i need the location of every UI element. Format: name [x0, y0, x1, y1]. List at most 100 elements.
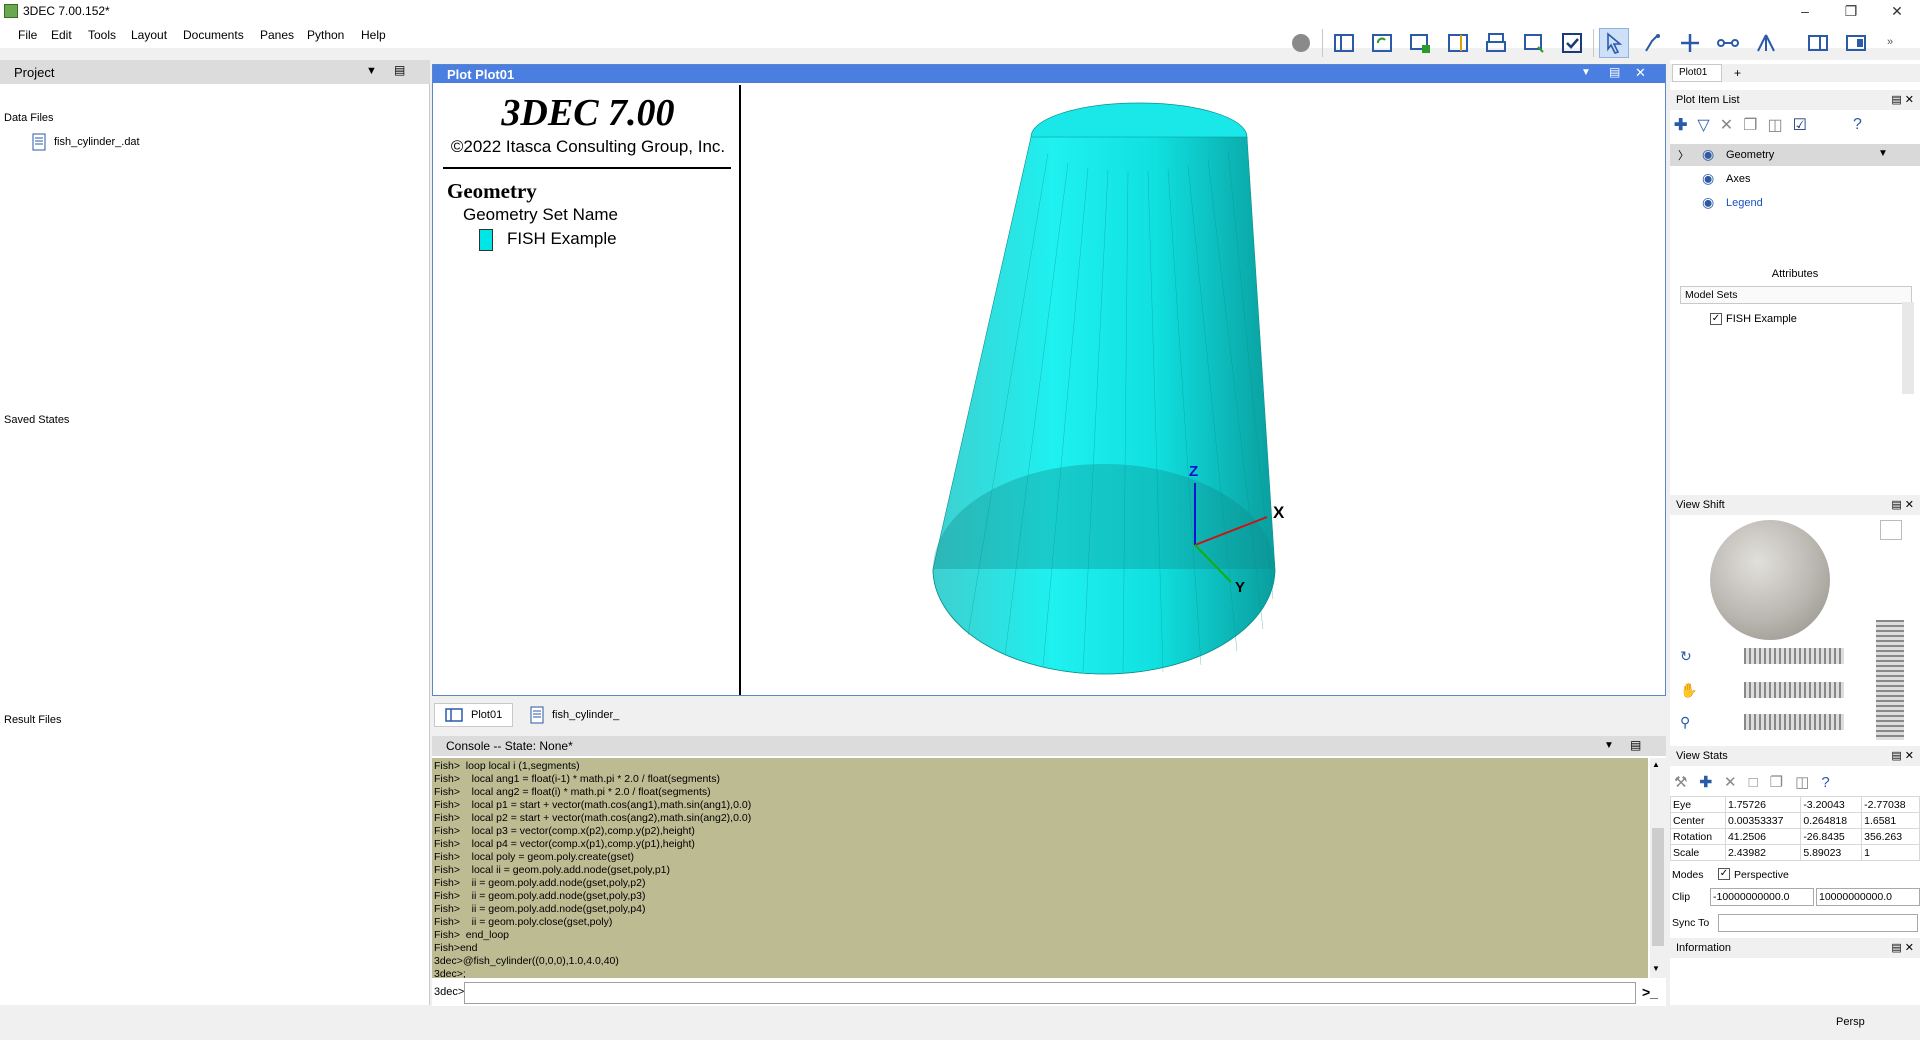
- menu-file[interactable]: File: [18, 28, 37, 42]
- paste-icon[interactable]: ◫: [1795, 773, 1809, 791]
- dock-icon[interactable]: [1841, 28, 1871, 58]
- measure-icon[interactable]: [1713, 28, 1743, 58]
- plot-item-legend[interactable]: ◉ Legend: [1670, 192, 1920, 214]
- stats-value[interactable]: 356.263: [1861, 828, 1920, 845]
- chevron-down-icon[interactable]: ▼: [1878, 148, 1888, 159]
- print-icon[interactable]: [1481, 28, 1511, 58]
- close-window-button[interactable]: ✕: [1874, 0, 1920, 22]
- console-input[interactable]: [464, 982, 1636, 1004]
- filter-icon[interactable]: ▽: [1697, 115, 1709, 135]
- refresh-icon[interactable]: [1367, 28, 1397, 58]
- select-cursor-icon[interactable]: [1599, 28, 1629, 58]
- paste-icon[interactable]: ◫: [1767, 115, 1782, 135]
- new-plot-icon[interactable]: [1329, 28, 1359, 58]
- scroll-down-icon[interactable]: ▼: [1652, 964, 1660, 973]
- console-output[interactable]: Fish> loop local i (1,segments) Fish> loc…: [432, 758, 1648, 978]
- menu-help[interactable]: Help: [361, 28, 386, 42]
- menu-tools[interactable]: Tools: [88, 28, 116, 42]
- stats-value[interactable]: 1.75726: [1724, 796, 1802, 813]
- eye-icon[interactable]: ◉: [1702, 146, 1714, 163]
- rotate-slider[interactable]: ↻: [1680, 646, 1860, 666]
- panel-controls-icon[interactable]: ▤ ✕: [1891, 498, 1914, 511]
- stats-value[interactable]: 5.89023: [1800, 844, 1863, 861]
- restore-button[interactable]: ❐: [1828, 0, 1874, 22]
- console-scrollbar[interactable]: ▲ ▼: [1650, 758, 1666, 978]
- reset-view-icon[interactable]: [1880, 520, 1902, 540]
- help-icon[interactable]: ?: [1853, 116, 1862, 134]
- add-tab-button[interactable]: +: [1734, 66, 1741, 80]
- menu-python[interactable]: Python: [307, 28, 344, 42]
- copy-icon[interactable]: ❐: [1770, 773, 1783, 791]
- stats-value[interactable]: 2.43982: [1724, 844, 1802, 861]
- eye-icon[interactable]: ◉: [1702, 170, 1714, 187]
- tab-plot01[interactable]: Plot01: [434, 703, 514, 727]
- tab-plot01-control[interactable]: Plot01: [1672, 64, 1722, 82]
- help-icon[interactable]: ?: [1821, 774, 1829, 791]
- plot-item-axes[interactable]: ◉ Axes: [1670, 168, 1920, 190]
- panel-controls-icon[interactable]: ▤ ✕: [1891, 93, 1914, 106]
- toolbar-overflow-icon[interactable]: »: [1887, 36, 1893, 48]
- zoom-track[interactable]: [1744, 714, 1844, 730]
- menu-edit[interactable]: Edit: [51, 28, 72, 42]
- chevron-down-icon[interactable]: ▼: [1604, 740, 1614, 751]
- stats-value[interactable]: 41.2506: [1724, 828, 1802, 845]
- check-icon[interactable]: [1557, 28, 1587, 58]
- layout-icon[interactable]: [1443, 28, 1473, 58]
- data-file-item[interactable]: fish_cylinder_.dat: [32, 132, 140, 152]
- view-sphere[interactable]: [1710, 520, 1830, 640]
- check-icon[interactable]: ☑: [1793, 115, 1807, 135]
- copy-icon[interactable]: ❐: [1743, 115, 1757, 135]
- model-sets-row[interactable]: Model Sets: [1680, 286, 1912, 304]
- tab-fish-cylinder[interactable]: fish_cylinder_: [520, 703, 629, 727]
- checkbox-icon[interactable]: ✓: [1710, 313, 1722, 325]
- plot-item-geometry[interactable]: 〉 ◉ Geometry ▼: [1670, 144, 1920, 166]
- add-item-icon[interactable]: ✚: [1674, 115, 1687, 135]
- menu-panes[interactable]: Panes: [260, 28, 294, 42]
- sync-to-select[interactable]: [1718, 914, 1918, 932]
- add-point-icon[interactable]: [1675, 28, 1705, 58]
- render-sphere-icon[interactable]: [1286, 28, 1316, 58]
- minimize-button[interactable]: –: [1782, 0, 1828, 22]
- wrench-icon[interactable]: ⚒: [1674, 773, 1687, 791]
- scroll-thumb[interactable]: [1652, 828, 1664, 946]
- float-pane-icon[interactable]: ▤: [394, 63, 405, 77]
- chevron-down-icon[interactable]: ▼: [366, 65, 377, 77]
- delete-icon[interactable]: ✕: [1724, 773, 1737, 791]
- stats-value[interactable]: -3.20043: [1800, 796, 1863, 813]
- lock-icon[interactable]: □: [1749, 774, 1758, 791]
- attributes-scrollbar[interactable]: [1902, 302, 1914, 394]
- rotate-track[interactable]: [1744, 648, 1844, 664]
- panel-controls-icon[interactable]: ▤ ✕: [1891, 941, 1914, 954]
- pan-track[interactable]: [1744, 682, 1844, 698]
- stats-value[interactable]: -2.77038: [1861, 796, 1920, 813]
- close-icon[interactable]: ✕: [1635, 65, 1646, 81]
- stats-value[interactable]: 1: [1861, 844, 1920, 861]
- run-command-icon[interactable]: >_: [1642, 984, 1658, 1000]
- clip-min-input[interactable]: -10000000000.0: [1710, 888, 1814, 906]
- tripod-icon[interactable]: [1751, 28, 1781, 58]
- zoom-row[interactable]: ⚲: [1680, 712, 1860, 732]
- add-icon[interactable]: ✚: [1699, 773, 1712, 791]
- delete-icon[interactable]: ✕: [1720, 115, 1733, 135]
- stats-value[interactable]: 0.264818: [1800, 812, 1863, 829]
- stats-value[interactable]: 1.6581: [1861, 812, 1920, 829]
- stats-value[interactable]: 0.00353337: [1724, 812, 1802, 829]
- perspective-checkbox[interactable]: ✓: [1718, 868, 1730, 880]
- save-plot-icon[interactable]: [1405, 28, 1435, 58]
- probe-icon[interactable]: [1637, 28, 1667, 58]
- pane-toggle-icon[interactable]: [1803, 28, 1833, 58]
- stats-value[interactable]: -26.8435: [1800, 828, 1863, 845]
- 3d-view[interactable]: Z X Y: [743, 85, 1665, 695]
- export-icon[interactable]: [1519, 28, 1549, 58]
- model-set-fish-example[interactable]: ✓ FISH Example: [1710, 310, 1910, 328]
- maximize-icon[interactable]: ▤: [1609, 65, 1620, 79]
- expand-icon[interactable]: 〉: [1678, 147, 1689, 163]
- chevron-down-icon[interactable]: ▼: [1581, 67, 1591, 78]
- float-pane-icon[interactable]: ▤: [1630, 738, 1641, 752]
- panel-controls-icon[interactable]: ▤ ✕: [1891, 749, 1914, 762]
- menu-layout[interactable]: Layout: [131, 28, 167, 42]
- clip-max-input[interactable]: 10000000000.0: [1816, 888, 1920, 906]
- zoom-slider[interactable]: [1876, 620, 1904, 740]
- pan-slider[interactable]: ✋: [1680, 680, 1860, 700]
- scroll-up-icon[interactable]: ▲: [1652, 760, 1660, 769]
